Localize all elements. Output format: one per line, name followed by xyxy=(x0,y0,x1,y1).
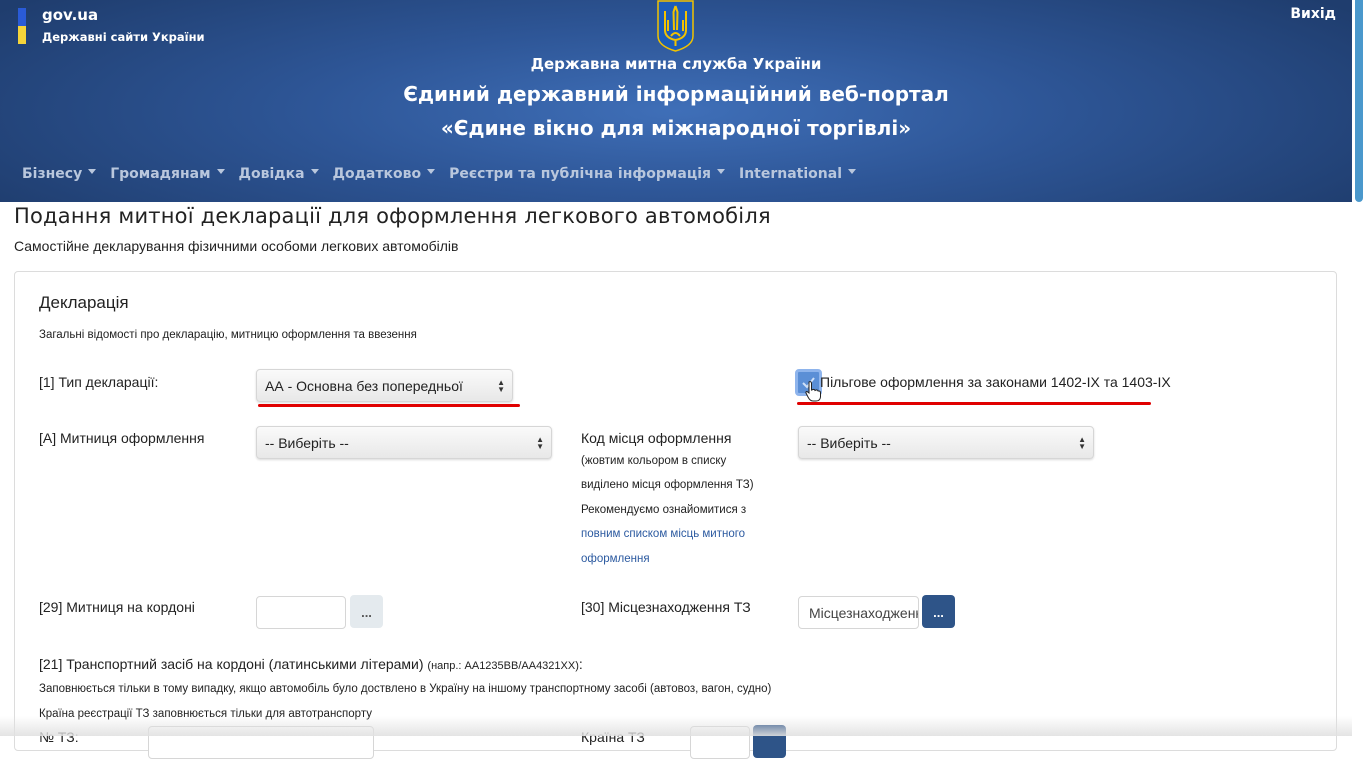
caret-down-icon xyxy=(88,168,97,174)
customs-office-select[interactable]: -- Виберіть -- ▲ ▼ xyxy=(256,426,552,459)
vehicle-location-input[interactable]: Місцезнаходження ТЗ xyxy=(798,596,919,629)
coat-of-arms-icon xyxy=(657,0,694,52)
caret-down-icon xyxy=(848,168,857,174)
place-code-note: Рекомендуємо ознайомитися з xyxy=(581,504,747,516)
red-underline-annotation xyxy=(797,402,1151,405)
declaration-type-label: [1] Тип декларації: xyxy=(39,374,159,390)
hand-cursor-icon xyxy=(805,381,821,402)
customs-places-list-link[interactable]: оформлення xyxy=(581,553,650,565)
caret-down-icon xyxy=(310,168,319,174)
nav-international[interactable]: International xyxy=(739,166,857,182)
card-description: Загальні відомості про декларацію, митни… xyxy=(39,329,417,341)
place-code-note: виділено місця оформлення ТЗ) xyxy=(581,479,754,491)
red-underline-annotation xyxy=(258,404,520,407)
place-code-select[interactable]: -- Виберіть -- ▲ ▼ xyxy=(798,426,1094,459)
border-customs-input[interactable] xyxy=(256,596,346,629)
place-code-value: -- Виберіть -- xyxy=(807,435,891,451)
nav-additional[interactable]: Додатково xyxy=(333,166,436,182)
nav-citizens[interactable]: Громадянам xyxy=(110,166,225,182)
place-code-note: (жовтим кольором в списку xyxy=(581,455,727,467)
nav-help[interactable]: Довідка xyxy=(239,166,319,182)
caret-down-icon xyxy=(717,168,725,174)
main-nav: Бізнесу Громадянам Довідка Додатково Реє… xyxy=(22,166,870,182)
nav-business[interactable]: Бізнесу xyxy=(22,166,97,182)
select-arrows-icon: ▲ ▼ xyxy=(1078,435,1086,451)
border-vehicle-label: [21] Транспортний засіб на кордоні (лати… xyxy=(39,656,583,672)
vehicle-location-label: [30] Місцезнаходження ТЗ xyxy=(581,599,751,615)
exit-link[interactable]: Вихід xyxy=(1290,6,1336,22)
border-customs-label: [29] Митниця на кордоні xyxy=(39,599,195,615)
page-subtitle: Самостійне декларування фізичними особом… xyxy=(14,238,459,254)
customs-office-value: -- Виберіть -- xyxy=(265,435,349,451)
declaration-type-select[interactable]: АА - Основна без попередньої ▲ ▼ xyxy=(256,369,513,402)
nav-label: Додатково xyxy=(332,166,422,182)
service-name: Державна митна служба України xyxy=(530,55,822,73)
govua-name[interactable]: gov.ua xyxy=(42,6,98,24)
govua-subtitle: Державні сайти України xyxy=(42,30,205,44)
colon: : xyxy=(578,656,583,672)
border-vehicle-note: Заповнюється тільки в тому випадку, якщо… xyxy=(39,683,772,695)
border-vehicle-example: (напр.: AA1235BB/AA4321XX) xyxy=(427,660,579,672)
nav-label: International xyxy=(739,166,843,182)
ukraine-flag-icon xyxy=(18,8,26,44)
page-scrollbar[interactable] xyxy=(1352,0,1365,736)
border-vehicle-label-text: [21] Транспортний засіб на кордоні (лати… xyxy=(39,656,424,672)
portal-title-line2: «Єдине вікно для міжнародної торгівлі» xyxy=(440,116,912,140)
nav-label: Бізнесу xyxy=(22,166,83,182)
customs-office-label: [А] Митниця оформлення xyxy=(39,430,205,446)
select-arrows-icon: ▲ ▼ xyxy=(536,435,544,451)
scrollbar-thumb[interactable] xyxy=(1355,0,1363,202)
bottom-fade xyxy=(0,716,1352,736)
customs-places-list-link[interactable]: повним списком місць митного xyxy=(581,528,745,540)
caret-down-icon xyxy=(427,168,436,174)
preferential-label[interactable]: Пільгове оформлення за законами 1402-IX … xyxy=(820,374,1171,390)
vehicle-location-lookup-button[interactable]: ... xyxy=(922,595,955,628)
card-title: Декларація xyxy=(39,293,129,312)
page-title: Подання митної декларації для оформлення… xyxy=(14,204,771,228)
nav-label: Реєстри та публічна інформація xyxy=(449,166,711,182)
portal-title-line1: Єдиний державний інформаційний веб-порта… xyxy=(403,82,949,106)
nav-registers[interactable]: Реєстри та публічна інформація xyxy=(449,166,725,182)
caret-down-icon xyxy=(216,168,225,174)
declaration-type-value: АА - Основна без попередньої xyxy=(265,378,463,394)
site-header: gov.ua Державні сайти України Вихід Держ… xyxy=(0,0,1352,202)
nav-label: Громадянам xyxy=(110,166,211,182)
border-customs-lookup-button[interactable]: ... xyxy=(350,595,383,628)
place-code-label: Код місця оформлення xyxy=(581,430,732,446)
nav-label: Довідка xyxy=(238,166,305,182)
select-arrows-icon: ▲ ▼ xyxy=(497,378,505,394)
